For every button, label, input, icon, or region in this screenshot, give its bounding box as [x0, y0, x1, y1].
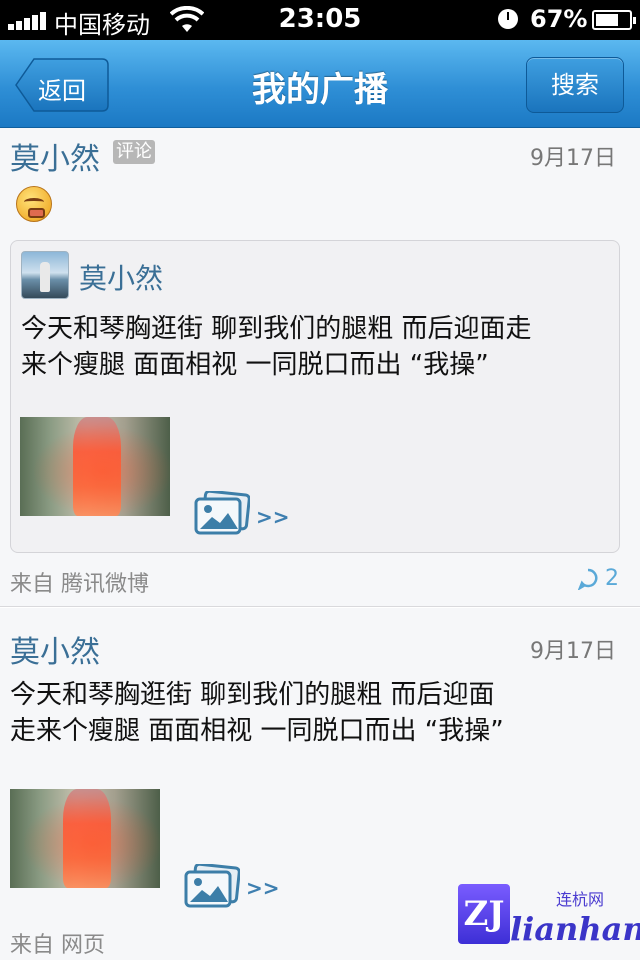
comment-badge: 评论	[113, 140, 155, 164]
post-text-line: 今天和琴胸逛街 聊到我们的腿粗 而后迎面	[10, 680, 495, 710]
more-link[interactable]: >>	[246, 876, 280, 900]
post-text: 今天和琴胸逛街 聊到我们的腿粗 而后迎面 走来个瘦腿 面面相视 一同脱口而出 “…	[10, 677, 630, 749]
smiley-face-icon	[16, 186, 52, 222]
watermark-logo: ZJ 连杭网 lianhang	[458, 880, 640, 958]
status-bar: 中国移动 23:05 67%	[0, 0, 640, 40]
photo-thumbnail[interactable]	[10, 789, 160, 888]
comment-icon[interactable]	[578, 568, 598, 590]
post-date: 9月17日	[530, 639, 616, 664]
post-author[interactable]: 莫小然	[10, 627, 100, 671]
post-source: 来自 网页	[10, 933, 105, 958]
more-link[interactable]: >>	[256, 505, 290, 529]
post-text-line: 走来个瘦腿 面面相视 一同脱口而出 “我操”	[10, 716, 504, 746]
watermark-big-text: lianhang	[510, 910, 640, 948]
quoted-text-line: 今天和琴胸逛街 聊到我们的腿粗 而后迎面走	[21, 314, 532, 344]
gallery-icon[interactable]	[194, 491, 250, 535]
quoted-text-line: 来个瘦腿 面面相视 一同脱口而出 “我操”	[21, 350, 489, 380]
gallery-icon[interactable]	[184, 864, 240, 908]
post-source: 来自 腾讯微博	[10, 572, 149, 597]
battery-percent: 67%	[530, 5, 588, 33]
avatar[interactable]	[21, 251, 69, 299]
search-button[interactable]: 搜索	[526, 57, 624, 113]
navigation-bar: 返回 我的广播 搜索	[0, 40, 640, 128]
post-author[interactable]: 莫小然	[10, 134, 100, 178]
post-divider	[0, 606, 640, 608]
comment-count[interactable]: 2	[605, 566, 619, 591]
quoted-post[interactable]: 莫小然 今天和琴胸逛街 聊到我们的腿粗 而后迎面走 来个瘦腿 面面相视 一同脱口…	[10, 240, 620, 553]
watermark-small-text: 连杭网	[556, 890, 605, 909]
alarm-icon	[498, 9, 518, 29]
battery-icon	[592, 10, 636, 30]
photo-thumbnail[interactable]	[20, 417, 170, 516]
quoted-author[interactable]: 莫小然	[79, 257, 163, 297]
watermark-zj: ZJ	[458, 884, 510, 944]
post-date: 9月17日	[530, 146, 616, 171]
quoted-text: 今天和琴胸逛街 聊到我们的腿粗 而后迎面走 来个瘦腿 面面相视 一同脱口而出 “…	[21, 311, 616, 383]
